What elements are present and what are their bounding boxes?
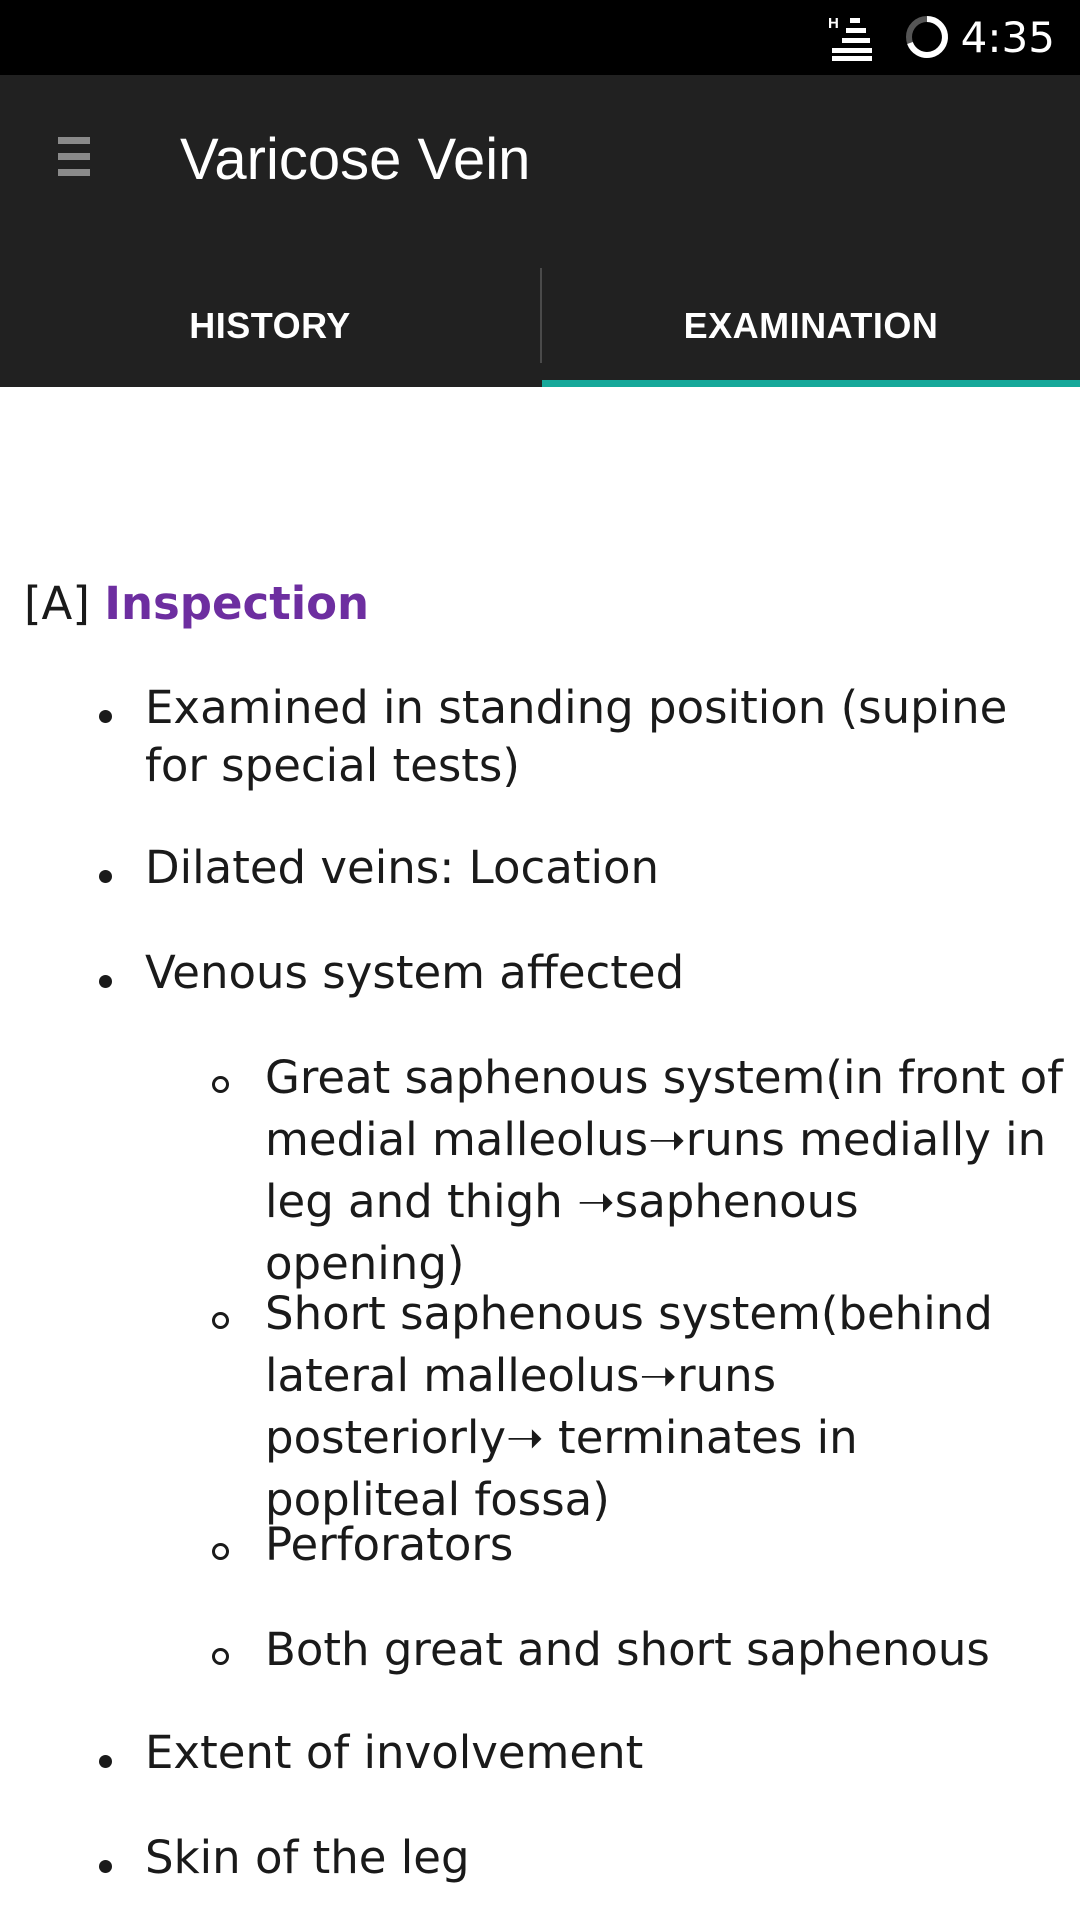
sub-list-item: Perforators	[211, 1514, 1065, 1576]
section-heading: [A] Inspection	[24, 575, 369, 633]
list-item-text: Venous system affected	[145, 946, 685, 999]
list-item: Venous system affected	[98, 944, 1055, 1002]
list-item-text: Dilated veins: Location	[145, 841, 660, 894]
status-time: 4:35	[960, 13, 1055, 62]
app-bar: Varicose Vein	[0, 75, 1080, 265]
section-prefix: [A]	[24, 577, 90, 630]
list-item: Dilated veins: Location	[98, 839, 1055, 897]
h-signal-icon: H	[828, 15, 872, 61]
tab-selected-indicator	[542, 380, 1080, 387]
page-title: Varicose Vein	[180, 127, 531, 192]
list-item-text: Perforators	[265, 1518, 514, 1571]
list-item: Examined in standing position (supine fo…	[98, 679, 1055, 795]
list-item: Extent of involvement	[98, 1724, 1055, 1782]
sub-list-item: Both great and short saphenous	[211, 1619, 1065, 1681]
circle-bullet-icon	[210, 1514, 230, 1576]
examination-content: [A] Inspection Examined in standing posi…	[0, 387, 1080, 1920]
section-title: Inspection	[104, 577, 370, 630]
sub-list-item: Great saphenous system(in front of media…	[211, 1047, 1065, 1295]
circle-bullet-icon	[210, 1047, 230, 1109]
circle-bullet-icon	[210, 1283, 230, 1345]
list-item-text: Great saphenous system(in front of media…	[265, 1051, 1064, 1290]
list-item-text: Extent of involvement	[145, 1726, 644, 1779]
bullet-icon	[95, 1829, 115, 1887]
bullet-icon	[95, 679, 115, 737]
tab-bar: HISTORY EXAMINATION	[0, 265, 1080, 387]
bullet-icon	[95, 839, 115, 897]
svg-text:H: H	[828, 15, 839, 32]
loading-ring-icon	[906, 16, 948, 58]
list-item-text: Examined in standing position (supine fo…	[145, 681, 1008, 792]
circle-bullet-icon	[210, 1619, 230, 1681]
status-bar: H 4:35	[0, 0, 1080, 75]
sub-list-item: Short saphenous system(behind lateral ma…	[211, 1283, 1065, 1531]
list-item: Skin of the leg	[98, 1829, 1055, 1887]
bullet-icon	[95, 944, 115, 1002]
bullet-icon	[95, 1724, 115, 1782]
list-item-text: Skin of the leg	[145, 1831, 470, 1884]
list-item-text: Short saphenous system(behind lateral ma…	[265, 1287, 993, 1526]
list-item-text: Both great and short saphenous	[265, 1623, 990, 1676]
tab-history[interactable]: HISTORY	[0, 265, 540, 387]
tab-examination[interactable]: EXAMINATION	[541, 265, 1080, 387]
hamburger-menu-icon[interactable]	[58, 137, 90, 181]
